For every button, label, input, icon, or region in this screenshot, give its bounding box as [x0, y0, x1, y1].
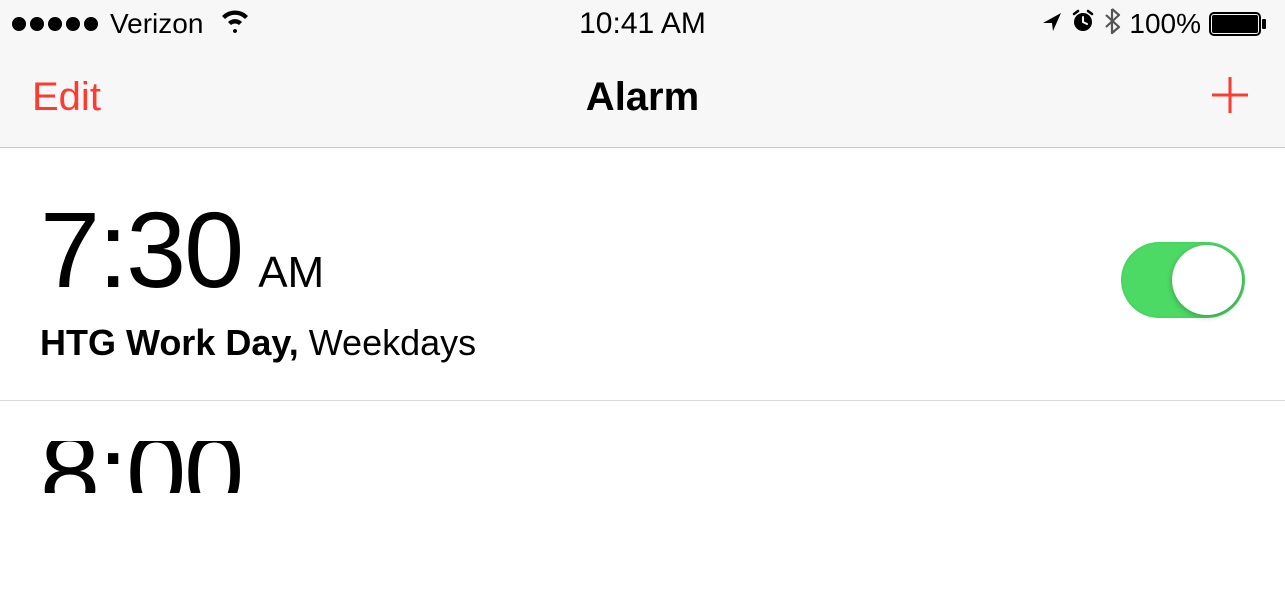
- status-bar: Verizon 10:41 AM 100%: [0, 0, 1285, 48]
- alarm-list: 7:30 AM HTG Work Day, Weekdays 8:00: [0, 148, 1285, 493]
- status-left: Verizon: [12, 8, 251, 40]
- page-title: Alarm: [586, 75, 699, 120]
- carrier-label: Verizon: [110, 8, 203, 40]
- alarm-clock-icon: [1071, 8, 1095, 40]
- battery-icon: [1209, 11, 1267, 37]
- alarm-row[interactable]: 7:30 AM HTG Work Day, Weekdays: [0, 148, 1285, 401]
- location-icon: [1041, 8, 1063, 40]
- wifi-icon: [219, 8, 251, 40]
- toggle-knob: [1172, 245, 1242, 315]
- alarm-toggle[interactable]: [1121, 242, 1245, 318]
- alarm-time: 7:30: [40, 196, 242, 304]
- alarm-subtitle: HTG Work Day, Weekdays: [40, 322, 476, 364]
- alarm-info: 7:30 AM HTG Work Day, Weekdays: [40, 196, 476, 364]
- plus-icon: [1207, 72, 1253, 118]
- bluetooth-icon: [1103, 7, 1121, 42]
- edit-button[interactable]: Edit: [32, 75, 101, 120]
- alarm-label: HTG Work Day,: [40, 322, 299, 363]
- alarm-row[interactable]: 8:00: [0, 401, 1285, 493]
- alarm-repeat: Weekdays: [299, 322, 476, 363]
- signal-strength-icon: [12, 17, 98, 31]
- status-time: 10:41 AM: [579, 7, 706, 41]
- status-right: 100%: [1041, 7, 1267, 42]
- add-alarm-button[interactable]: [1207, 72, 1253, 123]
- alarm-time: 8:00: [40, 441, 1245, 493]
- alarm-ampm: AM: [258, 248, 324, 298]
- nav-bar: Edit Alarm: [0, 48, 1285, 148]
- battery-percent: 100%: [1129, 8, 1201, 40]
